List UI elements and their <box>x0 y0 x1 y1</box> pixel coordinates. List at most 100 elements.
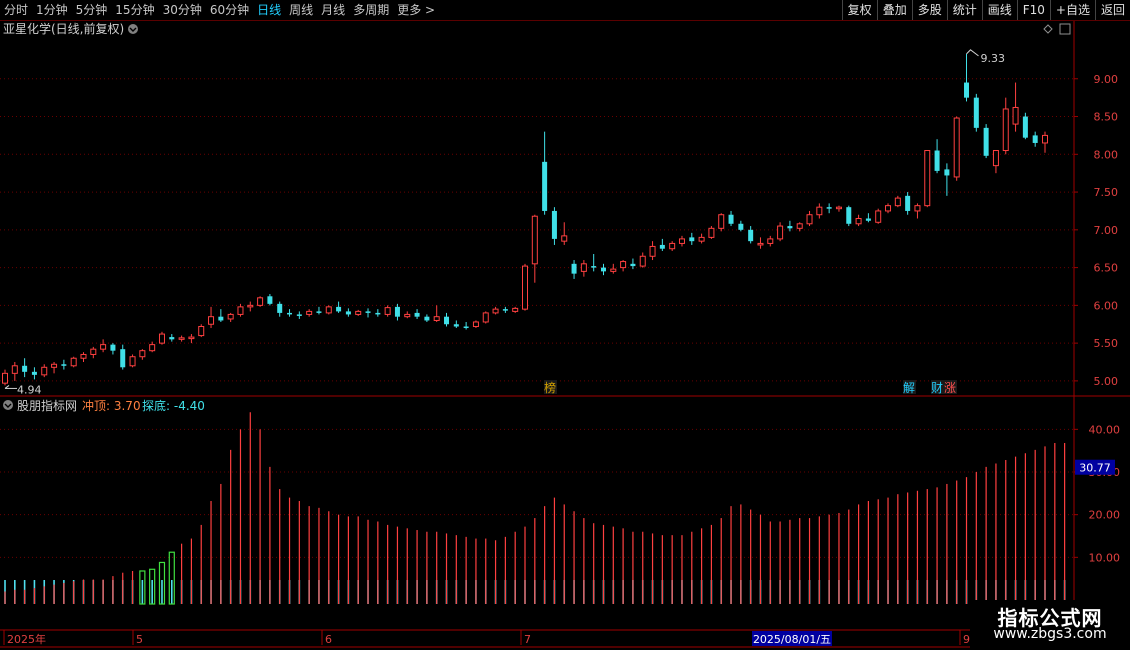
indicator-axis-label: 10.00 <box>1089 551 1121 564</box>
candle-body <box>31 371 37 375</box>
candle-body <box>1032 135 1038 143</box>
panel-toggle-icon[interactable] <box>1059 23 1071 35</box>
action-button-6[interactable]: +自选 <box>1049 0 1095 20</box>
event-badge: 榜 <box>544 380 556 395</box>
price-label: 8.00 <box>1094 148 1119 161</box>
diamond-icon[interactable] <box>1043 24 1053 34</box>
period-tab-5[interactable]: 60分钟 <box>206 0 253 20</box>
candle-body <box>287 312 293 315</box>
candle-body <box>414 312 420 317</box>
candle-body <box>394 306 400 317</box>
indicator-dropdown-icon[interactable] <box>3 400 13 410</box>
candle-body <box>22 365 28 372</box>
action-button-4[interactable]: 画线 <box>981 0 1017 20</box>
event-badge: 涨 <box>944 380 956 395</box>
candle-body <box>816 206 823 216</box>
period-tab-2[interactable]: 5分钟 <box>72 0 112 20</box>
candle-body <box>444 316 450 325</box>
candle-body <box>365 311 371 313</box>
period-tab-9[interactable]: 多周期 <box>349 0 393 20</box>
indicator-name: 股朋指标网 <box>17 398 77 413</box>
candle-body <box>835 206 842 210</box>
period-tab-6[interactable]: 日线 <box>253 0 285 20</box>
candle-body <box>914 205 921 212</box>
candle-body <box>208 316 215 325</box>
candle-body <box>424 316 430 321</box>
candle-body <box>630 263 636 267</box>
candle-body <box>953 117 960 178</box>
candle-body <box>561 235 568 242</box>
candle-body <box>169 337 175 340</box>
candle-body <box>610 268 617 272</box>
period-tab-8[interactable]: 月线 <box>317 0 349 20</box>
candle-body <box>1022 116 1028 138</box>
candle-body <box>90 348 97 355</box>
candle-body <box>944 169 950 176</box>
action-button-7[interactable]: 返回 <box>1094 0 1130 20</box>
candle-body <box>277 303 283 313</box>
price-label: 9.00 <box>1094 73 1119 86</box>
period-tab-1[interactable]: 1分钟 <box>32 0 72 20</box>
price-label: 5.50 <box>1094 337 1119 350</box>
candle-body <box>591 266 597 268</box>
candle-body <box>639 255 646 267</box>
period-tab-0[interactable]: 分时 <box>0 0 32 20</box>
action-button-5[interactable]: F10 <box>1016 0 1050 20</box>
stock-chart[interactable]: 亚星化学(日线,前复权) 9.00 8.50 8.00 7.50 7.00 6.50 6.00… <box>0 21 1130 650</box>
candle-body <box>698 236 705 242</box>
indicator-line2: 探底: -4.40 <box>142 398 205 413</box>
candle-body <box>738 223 744 230</box>
candle-body <box>855 218 862 225</box>
date-label: 7 <box>524 633 531 646</box>
top-toolbar: 分时 1分钟 5分钟 15分钟 30分钟 60分钟 日线 周线 月线 多周期 更多 > 复权 叠加 多股… <box>0 0 1130 21</box>
watermark-url: www.zbgs3.com <box>993 626 1107 642</box>
candle-body <box>355 310 362 315</box>
candle-body <box>826 207 832 209</box>
cursor-date-label: 2025/08/01/五 <box>753 633 831 646</box>
candle-body <box>992 150 999 167</box>
candle-body <box>80 353 87 359</box>
action-button-1[interactable]: 叠加 <box>876 0 912 20</box>
indicator-axis-label: 20.00 <box>1089 509 1121 522</box>
indicator-line1: 冲顶: 3.70 <box>82 398 141 413</box>
candle-body <box>787 226 793 229</box>
candle-body <box>139 350 146 358</box>
action-button-0[interactable]: 复权 <box>841 0 877 20</box>
dropdown-icon[interactable] <box>128 24 138 34</box>
candle-body <box>1042 134 1048 144</box>
candle-body <box>757 242 764 246</box>
period-tab-4[interactable]: 30分钟 <box>159 0 206 20</box>
candle-body <box>649 245 656 257</box>
date-label: 6 <box>325 633 332 646</box>
candle-body <box>100 344 107 350</box>
candle-body <box>708 227 715 238</box>
candle-body <box>472 321 479 328</box>
candle-body <box>600 267 606 272</box>
candle-body <box>325 306 332 314</box>
date-label: 2025年 <box>7 632 46 646</box>
candle-body <box>11 365 18 374</box>
period-tab-3[interactable]: 15分钟 <box>111 0 158 20</box>
candle-body <box>542 161 548 211</box>
candle-body <box>571 263 577 274</box>
candle-body <box>934 150 940 171</box>
watermark: 指标公式网 www.zbgs3.com <box>970 600 1130 648</box>
period-tab-7[interactable]: 周线 <box>285 0 317 20</box>
candle-body <box>120 349 126 368</box>
candle-body <box>718 214 725 229</box>
candle-body <box>767 238 774 244</box>
candle-body <box>964 82 970 98</box>
candle-body <box>689 237 695 242</box>
candle-body <box>885 205 892 212</box>
price-label: 6.00 <box>1094 299 1119 312</box>
candle-body <box>41 366 48 376</box>
indicator-axis-label: 40.00 <box>1089 423 1121 436</box>
action-button-2[interactable]: 多股 <box>911 0 947 20</box>
candle-body <box>247 304 254 308</box>
period-tab-10[interactable]: 更多 > <box>393 0 439 20</box>
action-button-3[interactable]: 统计 <box>946 0 982 20</box>
action-buttons: 复权 叠加 多股 统计 画线 F10 +自选 返回 <box>841 0 1130 20</box>
candle-body <box>865 218 871 221</box>
candle-body <box>905 195 911 211</box>
candle-body <box>983 127 989 156</box>
